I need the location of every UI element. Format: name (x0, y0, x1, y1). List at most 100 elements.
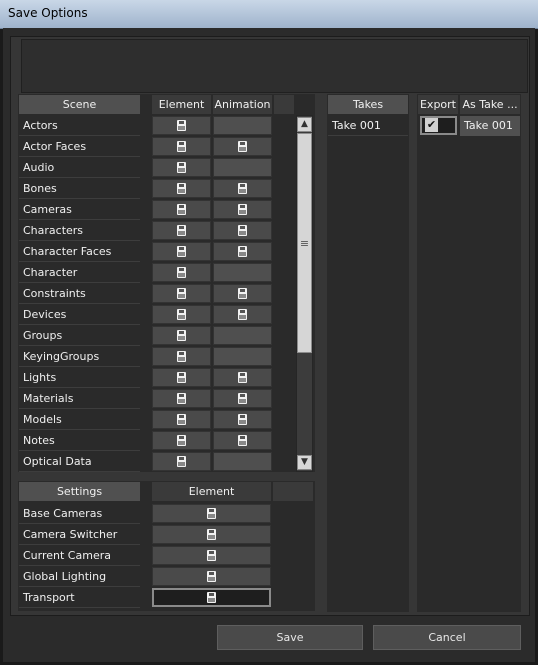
cancel-button[interactable]: Cancel (373, 625, 521, 650)
animation-toggle[interactable] (213, 221, 272, 240)
scroll-thumb[interactable]: ≡ (297, 133, 312, 353)
animation-toggle[interactable] (213, 137, 272, 156)
floppy-disk-icon (176, 224, 186, 236)
floppy-disk-icon (237, 245, 247, 257)
scene-row-label: Characters (19, 221, 140, 241)
settings-element-toggle[interactable] (152, 567, 271, 586)
element-toggle[interactable] (152, 200, 211, 219)
settings-element-toggle[interactable] (152, 546, 271, 565)
scene-row-label: Materials (19, 389, 140, 409)
scene-row-label: Actors (19, 116, 140, 136)
save-button[interactable]: Save (217, 625, 363, 650)
floppy-disk-icon (176, 182, 186, 194)
scene-row-label: Bones (19, 179, 140, 199)
animation-toggle[interactable] (213, 431, 272, 450)
settings-element-toggle[interactable] (152, 588, 271, 607)
floppy-disk-icon (176, 161, 186, 173)
settings-row-label: Current Camera (19, 546, 140, 566)
floppy-disk-icon (176, 371, 186, 383)
element-toggle[interactable] (152, 452, 211, 471)
element-toggle[interactable] (152, 305, 211, 324)
export-table (417, 94, 521, 612)
animation-toggle[interactable] (213, 116, 272, 135)
scene-row-label: Actor Faces (19, 137, 140, 157)
settings-element-toggle[interactable] (152, 525, 271, 544)
scene-row-label: Character Extensions (19, 263, 140, 299)
top-bar (21, 39, 528, 93)
element-toggle[interactable] (152, 242, 211, 261)
animation-toggle[interactable] (213, 263, 272, 282)
animation-toggle[interactable] (213, 410, 272, 429)
floppy-disk-icon (237, 224, 247, 236)
floppy-disk-icon (237, 140, 247, 152)
animation-toggle[interactable] (213, 305, 272, 324)
element-toggle[interactable] (152, 410, 211, 429)
floppy-disk-icon (237, 434, 247, 446)
as-take-cell[interactable]: Take 001 (460, 116, 520, 136)
animation-header: Animation (213, 95, 272, 114)
scene-row-label: Lights (19, 368, 140, 388)
save-options-window: Save Options Scene Element Animation Act… (0, 0, 538, 665)
scene-row-label: Models (19, 410, 140, 430)
scroll-up-icon[interactable]: ▲ (297, 117, 312, 132)
take-item[interactable]: Take 001 (328, 116, 408, 136)
scene-row-label: Devices (19, 305, 140, 325)
scene-scrollbar[interactable]: ▲ ≡ ▼ (296, 115, 313, 472)
animation-toggle[interactable] (213, 452, 272, 471)
element-toggle[interactable] (152, 284, 211, 303)
export-checkbox[interactable]: ✔ (420, 116, 457, 135)
settings-spacer-header (273, 482, 313, 501)
floppy-disk-icon (237, 182, 247, 194)
animation-toggle[interactable] (213, 179, 272, 198)
element-toggle[interactable] (152, 326, 211, 345)
animation-toggle[interactable] (213, 326, 272, 345)
animation-toggle[interactable] (213, 389, 272, 408)
floppy-disk-icon (206, 591, 216, 603)
floppy-disk-icon (176, 455, 186, 467)
element-header: Element (152, 95, 211, 114)
element-toggle[interactable] (152, 179, 211, 198)
scene-header: Scene (19, 95, 140, 114)
scene-row-label: Character Faces (19, 242, 140, 262)
scene-row-label: Optical Data (19, 452, 140, 472)
animation-toggle[interactable] (213, 368, 272, 387)
floppy-disk-icon (176, 329, 186, 341)
floppy-disk-icon (237, 287, 247, 299)
floppy-disk-icon (206, 549, 216, 561)
floppy-disk-icon (237, 392, 247, 404)
settings-element-header: Element (152, 482, 271, 501)
animation-toggle[interactable] (213, 284, 272, 303)
settings-element-toggle[interactable] (152, 504, 271, 523)
settings-row-label: Transport (19, 588, 140, 608)
animation-toggle[interactable] (213, 158, 272, 177)
element-toggle[interactable] (152, 347, 211, 366)
floppy-disk-icon (237, 413, 247, 425)
element-toggle[interactable] (152, 389, 211, 408)
spacer-header (274, 95, 294, 114)
scene-row-label: Cameras (19, 200, 140, 220)
floppy-disk-icon (176, 203, 186, 215)
export-header: Export (418, 95, 458, 114)
element-toggle[interactable] (152, 368, 211, 387)
element-toggle[interactable] (152, 431, 211, 450)
floppy-disk-icon (206, 507, 216, 519)
animation-toggle[interactable] (213, 242, 272, 261)
title-bar: Save Options (0, 0, 538, 29)
floppy-disk-icon (206, 528, 216, 540)
scene-row-label: KeyingGroups (19, 347, 140, 367)
scene-row-label: Constraints (19, 284, 140, 304)
floppy-disk-icon (176, 350, 186, 362)
element-toggle[interactable] (152, 263, 211, 282)
element-toggle[interactable] (152, 116, 211, 135)
floppy-disk-icon (176, 413, 186, 425)
element-toggle[interactable] (152, 137, 211, 156)
element-toggle[interactable] (152, 158, 211, 177)
settings-header: Settings (19, 482, 140, 501)
element-toggle[interactable] (152, 221, 211, 240)
floppy-disk-icon (176, 119, 186, 131)
animation-toggle[interactable] (213, 347, 272, 366)
floppy-disk-icon (237, 203, 247, 215)
animation-toggle[interactable] (213, 200, 272, 219)
scroll-down-icon[interactable]: ▼ (297, 455, 312, 470)
scene-row-label: Groups (19, 326, 140, 346)
